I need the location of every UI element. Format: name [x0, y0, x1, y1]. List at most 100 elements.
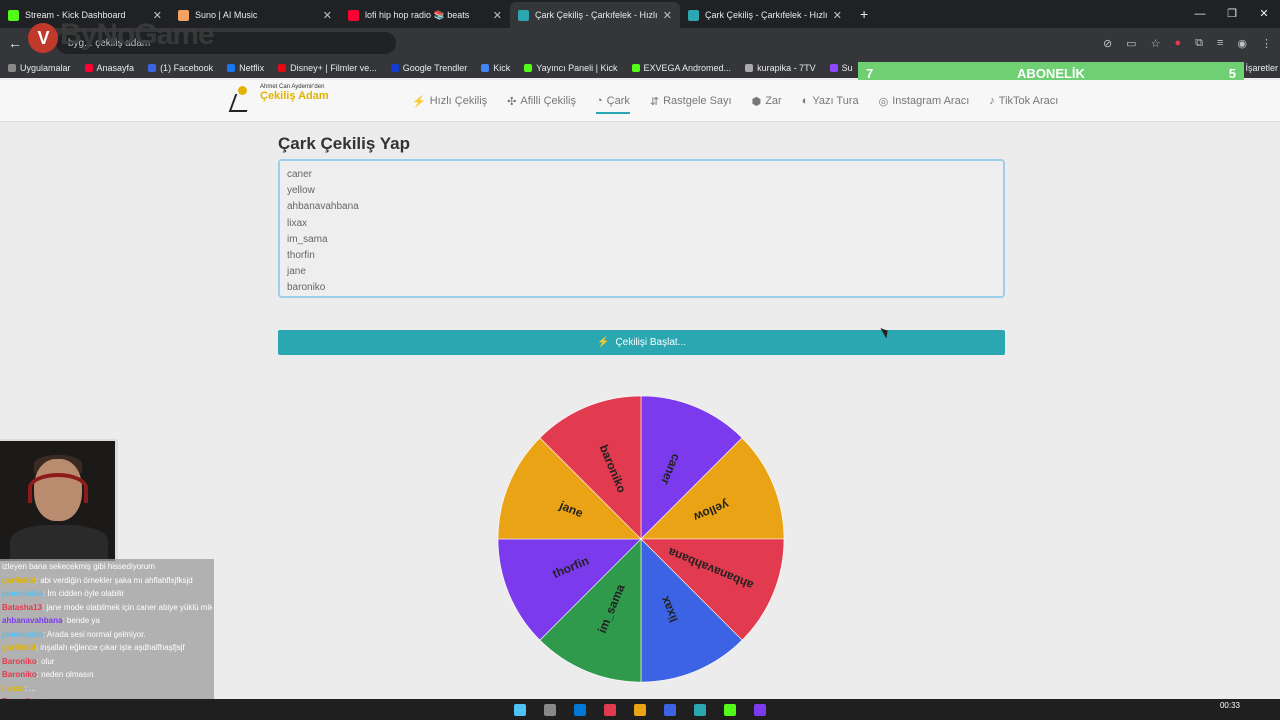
chat-message: izleyen bana sekecekmiş gibi hissediyoru…: [2, 560, 212, 574]
extension-icon[interactable]: ●: [1174, 37, 1181, 50]
nav-item[interactable]: ⇵ Rastgele Sayı: [650, 80, 732, 122]
prize-wheel[interactable]: caneryellowahbanavahbanalixaxim_samathor…: [496, 394, 786, 684]
bookmark-favicon-icon: [631, 64, 640, 72]
bookmark-item[interactable]: kurapika - 7TV: [745, 63, 816, 73]
bookmark-item[interactable]: Netflix: [227, 63, 264, 73]
bookmark-favicon-icon: [148, 64, 157, 72]
bookmark-favicon-icon: [278, 64, 287, 72]
window-controls: — ❐ ✕: [1184, 0, 1280, 28]
tab-title: lofi hip hop radio 📚 beats: [365, 9, 470, 20]
tab-close-icon[interactable]: ✕: [833, 9, 842, 22]
bookmark-label: Anasayfa: [96, 63, 135, 73]
tab-close-icon[interactable]: ✕: [663, 9, 672, 22]
bookmark-item[interactable]: Disney+ | Filmler ve...: [278, 63, 377, 73]
bookmark-favicon-icon: [524, 64, 533, 72]
nav-item-label: Zar: [765, 95, 782, 107]
profile-avatar[interactable]: ◉: [1237, 37, 1247, 50]
bookmark-favicon-icon: [84, 64, 93, 72]
bookmark-other[interactable]: r İşaretler: [1240, 58, 1278, 78]
bookmark-item[interactable]: Yayıncı Paneli | Kick: [524, 63, 618, 73]
bookmark-item[interactable]: Su: [829, 63, 853, 73]
browser-tab[interactable]: Çark Çekiliş - Çarkıfelek - Hızlı ✕: [510, 2, 680, 28]
bookmark-item[interactable]: Kick: [481, 63, 510, 73]
nav-item-icon: ⚡: [412, 95, 426, 108]
app-icon[interactable]: [694, 703, 706, 716]
discord-icon[interactable]: [754, 703, 766, 716]
start-draw-button[interactable]: ⚡ Çekilişi Başlat...: [278, 330, 1005, 355]
tab-favicon-icon: [518, 9, 529, 21]
chat-message: Batasha13: jane mode olabilmek için cane…: [2, 601, 212, 615]
stream-watermark-logo: V ByNoGame: [28, 18, 215, 53]
chat-text: : inşallah eğlence çıkar işte aşdhalfhaş…: [35, 643, 185, 652]
cast-icon[interactable]: ▭: [1126, 37, 1136, 50]
nav-item-label: Afilli Çekiliş: [520, 95, 576, 107]
start-draw-label: Çekilişi Başlat...: [615, 337, 687, 348]
running-man-icon: [224, 84, 258, 116]
bookmark-item[interactable]: (1) Facebook: [148, 63, 213, 73]
nav-item-label: Rastgele Sayı: [663, 95, 732, 107]
tab-favicon-icon: [348, 9, 359, 21]
back-icon[interactable]: ←: [8, 35, 22, 51]
nav-item-icon: ◐: [801, 95, 809, 107]
tab-close-icon[interactable]: ✕: [493, 9, 502, 22]
chat-text: : neden olmasın: [36, 670, 94, 679]
chat-username: janeevidaa: [2, 629, 43, 639]
webcam-overlay: [0, 439, 118, 561]
chat-message: Baroniko: olur: [2, 655, 212, 669]
nav-item[interactable]: ✣ Afilli Çekiliş: [507, 80, 576, 122]
store-icon[interactable]: [664, 703, 676, 716]
browser-tab[interactable]: lofi hip hop radio 📚 beats ✕: [340, 2, 510, 28]
bookmark-label: Google Trendler: [402, 63, 468, 73]
nav-item[interactable]: ◐ Yazı Tura: [802, 80, 859, 122]
minimize-icon[interactable]: —: [1184, 0, 1216, 28]
bookmark-label: EXVEGA Andromed...: [643, 63, 732, 73]
chat-username: ahbanavahbana: [2, 616, 63, 625]
folder-icon[interactable]: [634, 703, 646, 716]
nav-item[interactable]: ⚡ Hızlı Çekiliş: [412, 80, 487, 122]
nav-item-icon: ◎: [878, 95, 889, 108]
brand-title: Çekiliş Adam: [260, 90, 329, 102]
kick-icon[interactable]: [724, 703, 736, 716]
bookmark-item[interactable]: Anasayfa: [84, 63, 135, 73]
chat-text: : abi verdiğin örnekler şaka mı ahflahfl…: [35, 575, 193, 585]
chat-message: garfieldd: inşallah eğlence çıkar işte a…: [2, 641, 212, 655]
participants-textarea[interactable]: [278, 159, 1005, 298]
site-menu: ⚡ Hızlı Çekiliş ✣ Afilli Çekiliş ◔ Çark ⇵ Rastg…: [412, 80, 1058, 122]
nav-item[interactable]: ♪ TikTok Aracı: [989, 80, 1058, 122]
windows-start-icon[interactable]: [514, 703, 526, 716]
mute-icon[interactable]: ⊘: [1103, 37, 1112, 50]
nav-item-label: Instagram Aracı: [892, 95, 970, 107]
bookmark-favicon-icon: [8, 64, 16, 72]
nav-item[interactable]: ◔ Çark: [596, 80, 630, 122]
close-window-icon[interactable]: ✕: [1248, 0, 1280, 28]
bookmark-item[interactable]: EXVEGA Andromed...: [631, 63, 732, 73]
reading-list-icon[interactable]: ≡: [1217, 37, 1223, 50]
nav-item[interactable]: ◎ Instagram Aracı: [879, 80, 970, 122]
extensions-puzzle-icon[interactable]: ⧉: [1195, 37, 1203, 50]
abonelik-right-count: 5: [1228, 65, 1236, 81]
bookmark-label: (1) Facebook: [160, 63, 214, 73]
watermark-v-icon: V: [28, 23, 58, 53]
nav-item-icon: ◔: [596, 95, 603, 107]
site-logo[interactable]: Ahmet Can Aydemir'den Çekiliş Adam: [224, 84, 329, 116]
tab-close-icon[interactable]: ✕: [323, 9, 332, 22]
restore-icon[interactable]: ❐: [1216, 0, 1248, 28]
chat-username: garfieldd: [2, 575, 36, 585]
bookmark-item[interactable]: Uygulamalar: [8, 63, 71, 73]
bookmark-item[interactable]: Google Trendler: [390, 63, 468, 73]
abonelik-label: ABONELİK: [1017, 65, 1085, 81]
search-icon[interactable]: [544, 703, 556, 716]
bookmark-label: Su: [841, 63, 853, 73]
tab-favicon-icon: [8, 9, 19, 21]
browser-tab[interactable]: Çark Çekiliş - Çarkıfelek - Hızlı ✕: [680, 2, 850, 28]
watermark-text: ByNoGame: [60, 18, 215, 51]
new-tab-icon[interactable]: +: [850, 6, 878, 28]
taskbar-clock: 00:33: [1219, 701, 1240, 710]
edge-icon[interactable]: [574, 703, 586, 716]
tab-title: Çark Çekiliş - Çarkıfelek - Hızlı: [705, 10, 827, 20]
nav-item[interactable]: ⬢ Zar: [752, 80, 782, 122]
stream-chat-overlay: izleyen bana sekecekmiş gibi hissediyoru…: [0, 559, 214, 720]
menu-kebab-icon[interactable]: ⋮: [1261, 37, 1272, 50]
bookmark-star-icon[interactable]: ☆: [1151, 37, 1161, 50]
chrome-icon[interactable]: [604, 703, 616, 716]
